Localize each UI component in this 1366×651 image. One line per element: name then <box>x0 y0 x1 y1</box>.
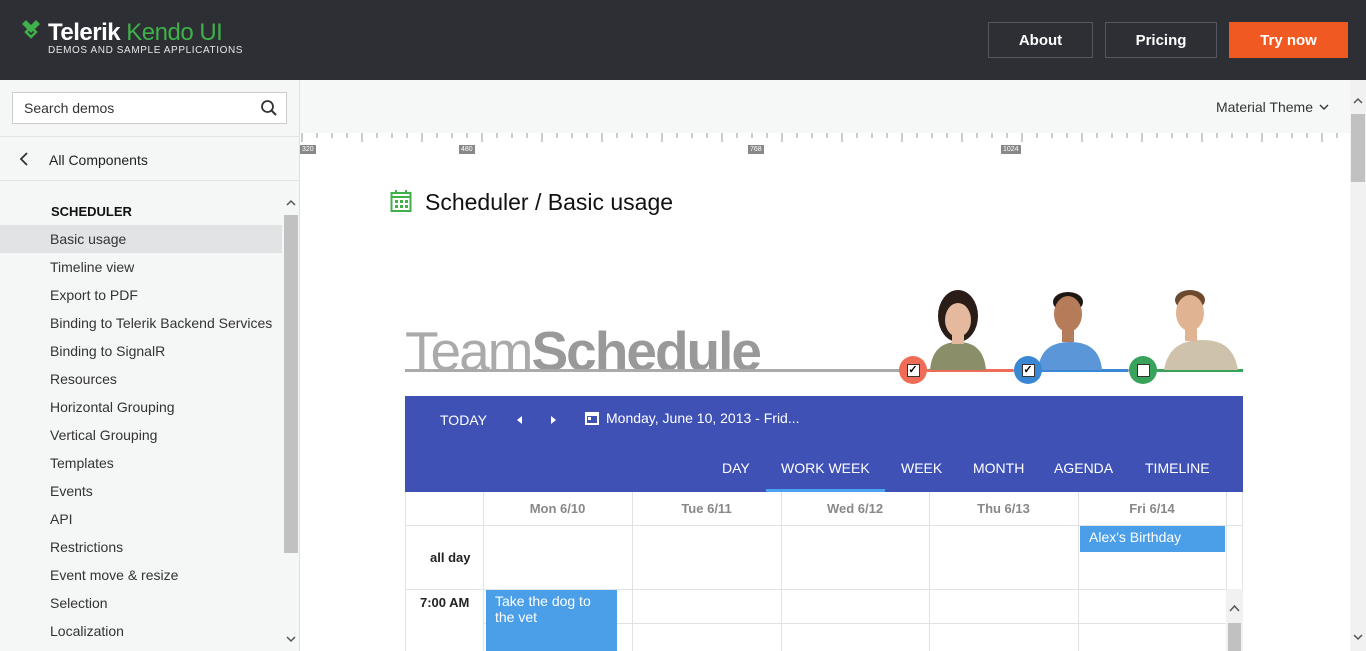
all-components-link[interactable]: All Components <box>0 136 300 181</box>
about-button[interactable]: About <box>988 22 1093 58</box>
scroll-up-icon[interactable] <box>1353 96 1363 106</box>
view-work-week-tab[interactable]: WORK WEEK <box>781 460 870 476</box>
chevron-left-icon <box>19 152 28 166</box>
person-alex-avatar <box>930 290 986 370</box>
view-day-tab[interactable]: DAY <box>722 460 750 476</box>
day-header-thu: Thu 6/13 <box>977 501 1030 516</box>
nav-list: SCHEDULER Basic usage Timeline view Expo… <box>0 197 282 645</box>
page-scroll-thumb[interactable] <box>1351 114 1365 182</box>
logo-brand: Telerik <box>48 19 121 46</box>
all-day-label: all day <box>430 550 471 565</box>
scheduler-toolbar: TODAY Monday, June 10, 2013 - Frid... DA… <box>405 396 1243 492</box>
time-label-7am: 7:00 AM <box>420 595 470 610</box>
view-agenda-tab[interactable]: AGENDA <box>1054 460 1113 476</box>
checkbox-unchecked-icon[interactable] <box>1136 363 1150 377</box>
nav-item-timeline-view[interactable]: Timeline view <box>0 253 282 281</box>
person-bob-toggle[interactable]: ✓ <box>1014 356 1042 384</box>
scroll-down-icon[interactable] <box>1353 632 1363 642</box>
person-alex-toggle[interactable]: ✓ <box>899 356 927 384</box>
responsive-ruler: 320 480 768 1024 <box>300 133 1350 155</box>
ruler-label-768[interactable]: 768 <box>748 145 764 154</box>
person-charlie-toggle[interactable] <box>1129 356 1157 384</box>
chevron-down-icon <box>1319 104 1329 110</box>
sidebar: All Components SCHEDULER Basic usage Tim… <box>0 80 300 651</box>
nav-item-binding-backend[interactable]: Binding to Telerik Backend Services <box>0 309 282 337</box>
nav-item-binding-signalr[interactable]: Binding to SignalR <box>0 337 282 365</box>
nav-item-restrictions[interactable]: Restrictions <box>0 533 282 561</box>
person-charlie-avatar <box>1164 290 1238 370</box>
search-input[interactable] <box>13 93 253 123</box>
view-week-tab[interactable]: WEEK <box>901 460 942 476</box>
ruler-label-1024[interactable]: 1024 <box>1001 145 1021 154</box>
nav-item-export-to-pdf[interactable]: Export to PDF <box>0 281 282 309</box>
scroll-up-icon[interactable] <box>1229 604 1240 613</box>
nav-item-event-move-resize[interactable]: Event move & resize <box>0 561 282 589</box>
nav-section-title: SCHEDULER <box>51 204 132 219</box>
nav-item-localization[interactable]: Localization <box>0 617 282 645</box>
main-toolbar: Material Theme <box>300 80 1350 133</box>
ruler-label-320[interactable]: 320 <box>300 145 316 154</box>
checkbox-checked-icon[interactable]: ✓ <box>906 363 920 377</box>
nav-item-resources[interactable]: Resources <box>0 365 282 393</box>
pricing-button[interactable]: Pricing <box>1105 22 1217 58</box>
nav-item-horizontal-grouping[interactable]: Horizontal Grouping <box>0 393 282 421</box>
view-timeline-tab[interactable]: TIMELINE <box>1145 460 1210 476</box>
event-dog-vet[interactable]: Take the dog to the vet <box>486 590 617 651</box>
day-header-fri: Fri 6/14 <box>1129 501 1175 516</box>
checkbox-checked-icon[interactable]: ✓ <box>1021 363 1035 377</box>
try-now-button[interactable]: Try now <box>1229 22 1348 58</box>
scroll-down-icon[interactable] <box>286 634 296 644</box>
calendar-icon <box>585 412 599 425</box>
grid-scrollbar[interactable] <box>1226 589 1243 651</box>
sidebar-scroll-thumb[interactable] <box>284 215 298 553</box>
ruler-label-480[interactable]: 480 <box>459 145 475 154</box>
theme-selector[interactable]: Material Theme <box>1216 99 1329 115</box>
calendar-icon <box>390 190 412 212</box>
page-title: Scheduler / Basic usage <box>425 189 674 215</box>
event-alex-birthday[interactable]: Alex's Birthday <box>1080 526 1225 552</box>
nav-item-api[interactable]: API <box>0 505 282 533</box>
logo-subtitle: DEMOS AND SAMPLE APPLICATIONS <box>48 45 244 56</box>
grid-line <box>405 492 406 651</box>
nav-item-basic-usage[interactable]: Basic usage <box>0 225 282 253</box>
nav-item-selection[interactable]: Selection <box>0 589 282 617</box>
day-header-mon: Mon 6/10 <box>529 501 586 516</box>
prev-arrow-icon[interactable] <box>515 415 525 425</box>
telerik-logo-icon <box>22 20 40 39</box>
team-schedule-heading: TeamSchedule <box>405 320 763 382</box>
ruler-ticks <box>301 133 1338 142</box>
day-header-wed: Wed 6/12 <box>826 501 884 516</box>
search-icon[interactable] <box>260 99 278 117</box>
date-range-label: Monday, June 10, 2013 - Frid... <box>606 410 800 426</box>
page-scrollbar[interactable] <box>1350 80 1366 651</box>
team-word: Team <box>405 320 533 382</box>
scroll-up-icon[interactable] <box>286 198 296 208</box>
theme-label: Material Theme <box>1215 99 1313 115</box>
logo-product: Kendo UI <box>126 19 223 46</box>
nav-item-templates[interactable]: Templates <box>0 449 282 477</box>
view-month-tab[interactable]: MONTH <box>973 460 1024 476</box>
nav-item-events[interactable]: Events <box>0 477 282 505</box>
next-arrow-icon[interactable] <box>548 415 558 425</box>
day-header-tue: Tue 6/11 <box>681 501 732 516</box>
grid-scroll-thumb[interactable] <box>1228 623 1241 651</box>
top-bar: Telerik Kendo UI DEMOS AND SAMPLE APPLIC… <box>0 0 1366 80</box>
logo-wordmark: Telerik Kendo UI <box>48 19 223 47</box>
nav-item-vertical-grouping[interactable]: Vertical Grouping <box>0 421 282 449</box>
person-bob-avatar <box>1038 292 1102 370</box>
scheduler-grid: Mon 6/10 Tue 6/11 Wed 6/12 Thu 6/13 Fri … <box>405 492 1243 651</box>
schedule-word: Schedule <box>531 320 763 382</box>
date-range-picker[interactable]: Monday, June 10, 2013 - Frid... <box>584 410 800 426</box>
sidebar-scrollbar[interactable] <box>283 191 299 651</box>
today-button[interactable]: TODAY <box>440 412 487 428</box>
search-box <box>12 92 287 124</box>
all-components-label: All Components <box>49 152 148 168</box>
